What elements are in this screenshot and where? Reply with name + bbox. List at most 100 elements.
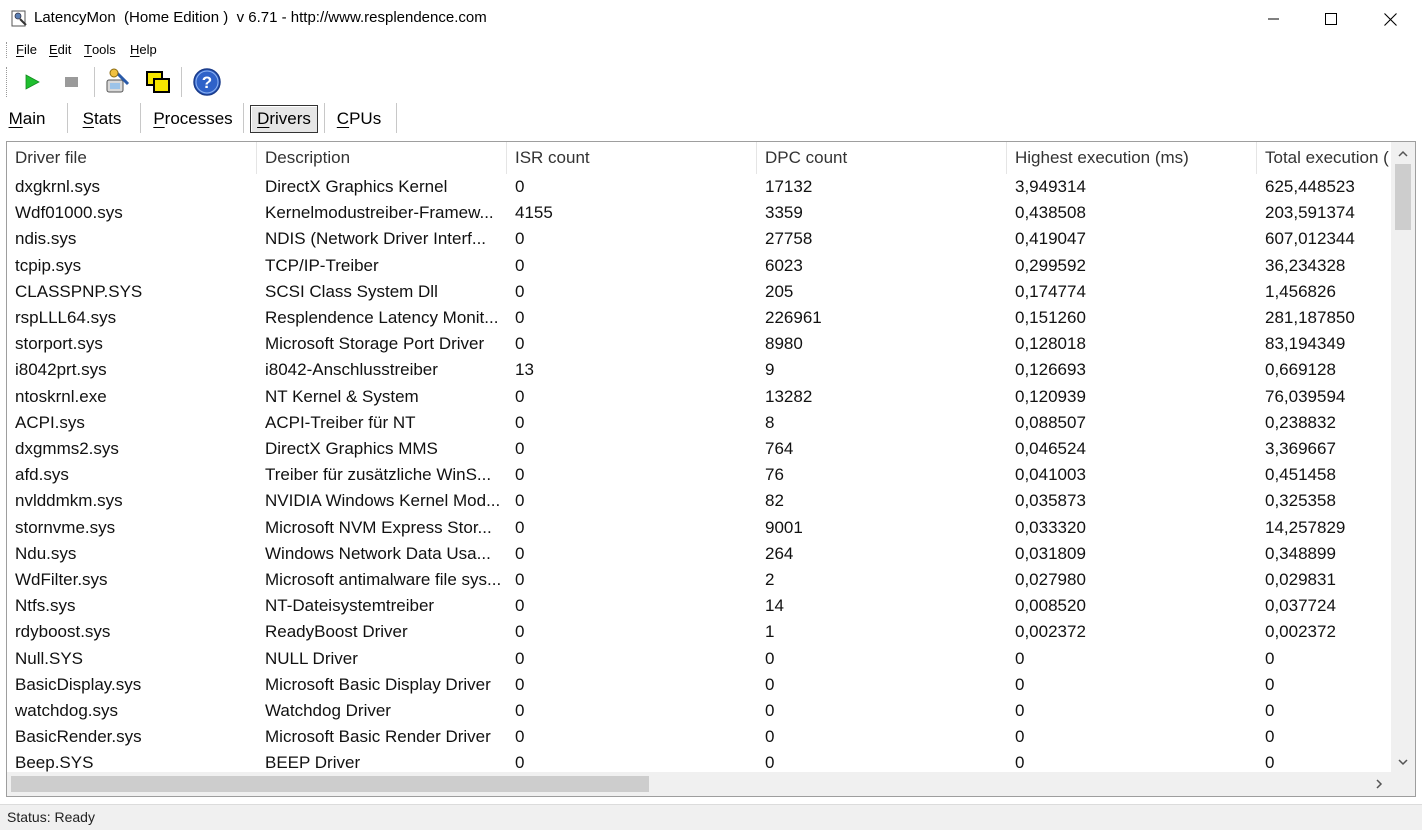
tab-processes[interactable]: Processes	[150, 105, 236, 133]
table-row[interactable]: Ndu.sys Windows Network Data Usa... 0 264 0,…	[7, 541, 1391, 567]
windows-button[interactable]	[143, 67, 173, 97]
stop-icon	[65, 77, 78, 87]
cell-isr-count: 0	[515, 255, 525, 275]
cell-dpc-count: 8980	[765, 334, 803, 354]
drivers-list[interactable]: Driver file Description ISR count DPC co…	[6, 141, 1416, 797]
vertical-scroll-thumb[interactable]	[1395, 164, 1411, 230]
scrollbar-corner	[1391, 772, 1415, 796]
table-row[interactable]: ndis.sys NDIS (Network Driver Interf... 0 2…	[7, 226, 1391, 252]
cell-total-execution: 0,029831	[1265, 570, 1336, 589]
table-row[interactable]: CLASSPNP.SYS SCSI Class System Dll 0 205 0,1…	[7, 279, 1391, 305]
cell-dpc-count: 264	[765, 543, 794, 563]
table-row[interactable]: rdyboost.sys ReadyBoost Driver 0 1 0,002372 0…	[7, 619, 1391, 645]
cell-highest-execution: 0,033320	[1015, 517, 1086, 537]
column-header-highest-execution[interactable]: Highest execution (ms)	[1007, 142, 1257, 174]
cell-description: DirectX Graphics Kernel	[265, 177, 448, 196]
toolbar-separator	[94, 67, 95, 97]
list-body: dxgkrnl.sys DirectX Graphics Kernel 0 17132…	[7, 174, 1391, 774]
cell-driver-file: i8042prt.sys	[15, 360, 107, 380]
menu-bar: File Edit Tools Help	[0, 38, 1422, 62]
scroll-down-button[interactable]	[1391, 752, 1415, 772]
menu-file[interactable]: File	[16, 42, 37, 57]
cell-dpc-count: 1	[765, 622, 775, 642]
cell-dpc-count: 14	[765, 596, 784, 616]
maximize-button[interactable]	[1302, 0, 1360, 38]
column-header-isr-count[interactable]: ISR count	[507, 142, 757, 174]
chevron-right-icon	[1376, 779, 1383, 789]
close-icon	[1383, 12, 1397, 26]
table-row[interactable]: stornvme.sys Microsoft NVM Express Stor..…	[7, 515, 1391, 541]
table-row[interactable]: i8042prt.sys i8042-Anschlusstreiber 13 9 0,1…	[7, 357, 1391, 383]
table-row[interactable]: ACPI.sys ACPI-Treiber für NT 0 8 0,088507 0,2…	[7, 410, 1391, 436]
table-row[interactable]: rspLLL64.sys Resplendence Latency Monit..…	[7, 305, 1391, 331]
table-row[interactable]: watchdog.sys Watchdog Driver 0 0 0 0	[7, 698, 1391, 724]
cell-total-execution: 76,039594	[1265, 386, 1346, 406]
cell-isr-count: 0	[515, 281, 525, 301]
table-row[interactable]: BasicDisplay.sys Microsoft Basic Display …	[7, 672, 1391, 698]
horizontal-scroll-thumb[interactable]	[11, 776, 649, 792]
cell-highest-execution: 0,088507	[1015, 412, 1086, 432]
cell-isr-count: 0	[515, 465, 525, 485]
tab-drivers[interactable]: Drivers	[250, 105, 318, 133]
table-row[interactable]: afd.sys Treiber für zusätzliche WinS... 0 7…	[7, 462, 1391, 488]
table-row[interactable]: Null.SYS NULL Driver 0 0 0 0	[7, 646, 1391, 672]
horizontal-scrollbar[interactable]	[7, 772, 1391, 796]
cell-description: ACPI-Treiber für NT	[265, 412, 416, 432]
table-row[interactable]: dxgmms2.sys DirectX Graphics MMS 0 764 0,046…	[7, 436, 1391, 462]
table-row[interactable]: dxgkrnl.sys DirectX Graphics Kernel 0 17132…	[7, 174, 1391, 200]
tab-cpus[interactable]: C PUs	[332, 105, 386, 133]
table-row[interactable]: Beep.SYS BEEP Driver 0 0 0 0	[7, 750, 1391, 774]
cell-description: Resplendence Latency Monit...	[265, 308, 499, 327]
cell-driver-file: dxgkrnl.sys	[15, 177, 101, 196]
table-row[interactable]: ntoskrnl.exe NT Kernel & System 0 13282 0,12…	[7, 384, 1391, 410]
toolbar-grip	[6, 67, 9, 97]
tab-main[interactable]: Main	[4, 105, 50, 133]
tab-stats[interactable]: Stats	[78, 105, 126, 133]
scroll-up-button[interactable]	[1391, 144, 1415, 164]
cell-highest-execution: 0,438508	[1015, 203, 1086, 223]
column-header-driver-file[interactable]: Driver file	[7, 142, 257, 174]
table-row[interactable]: BasicRender.sys Microsoft Basic Render Dr…	[7, 724, 1391, 750]
table-row[interactable]: nvlddmkm.sys NVIDIA Windows Kernel Mod...…	[7, 488, 1391, 514]
cell-description: Watchdog Driver	[265, 701, 391, 720]
cell-total-execution: 0,669128	[1265, 360, 1336, 380]
play-icon	[25, 74, 40, 90]
table-row[interactable]: storport.sys Microsoft Storage Port Drive…	[7, 331, 1391, 357]
cell-isr-count: 0	[515, 543, 525, 563]
maximize-icon	[1325, 13, 1337, 25]
cell-highest-execution: 0,299592	[1015, 255, 1086, 275]
close-button[interactable]	[1361, 0, 1419, 38]
tools-button[interactable]	[103, 67, 133, 97]
column-header-description[interactable]: Description	[257, 142, 507, 174]
cell-dpc-count: 9001	[765, 517, 803, 537]
cell-description: TCP/IP-Treiber	[265, 255, 379, 275]
cell-dpc-count: 764	[765, 439, 794, 458]
help-button[interactable]: ?	[192, 67, 222, 97]
cell-dpc-count: 0	[765, 674, 775, 694]
column-header-total-execution[interactable]: Total execution (	[1257, 142, 1391, 174]
cell-driver-file: BasicRender.sys	[15, 727, 142, 747]
menu-help[interactable]: Help	[130, 42, 157, 57]
menu-tools[interactable]: Tools	[84, 42, 116, 57]
cell-total-execution: 203,591374	[1265, 203, 1355, 223]
minimize-button[interactable]	[1245, 0, 1303, 38]
column-header-dpc-count[interactable]: DPC count	[757, 142, 1007, 174]
table-row[interactable]: Wdf01000.sys Kernelmodustreiber-Framew...…	[7, 200, 1391, 226]
table-row[interactable]: WdFilter.sys Microsoft antimalware file s…	[7, 567, 1391, 593]
cell-description: ReadyBoost Driver	[265, 622, 408, 642]
start-button[interactable]	[17, 67, 47, 97]
menu-edit[interactable]: Edit	[49, 42, 71, 57]
scroll-right-button[interactable]	[1367, 772, 1391, 796]
cell-highest-execution: 0,128018	[1015, 334, 1086, 354]
cell-highest-execution: 0,008520	[1015, 596, 1086, 616]
cell-dpc-count: 0	[765, 727, 775, 747]
table-row[interactable]: tcpip.sys TCP/IP-Treiber 0 6023 0,299592 36,2…	[7, 253, 1391, 279]
vertical-scrollbar[interactable]	[1391, 142, 1415, 774]
stop-button[interactable]	[56, 67, 86, 97]
cell-description: NDIS (Network Driver Interf...	[265, 229, 487, 249]
table-row[interactable]: Ntfs.sys NT-Dateisystemtreiber 0 14 0,008520…	[7, 593, 1391, 619]
cell-total-execution: 0	[1265, 701, 1275, 720]
cell-total-execution: 0	[1265, 674, 1275, 694]
title-bar[interactable]: LatencyMon (Home Edition ) v 6.71 - http…	[0, 0, 1422, 38]
cell-dpc-count: 27758	[765, 229, 813, 249]
